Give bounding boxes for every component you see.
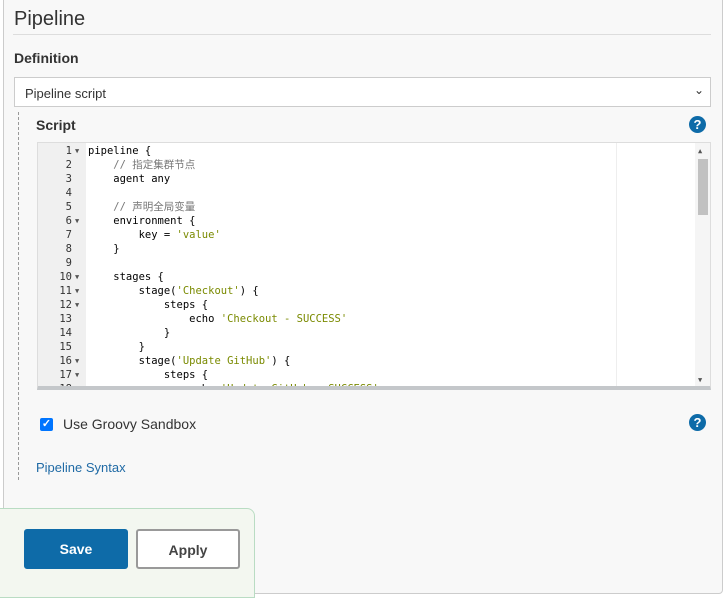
code-line[interactable]: 2 // 指定集群节点 [38,158,710,172]
code-line[interactable]: 6 ▼ environment { [38,214,710,228]
fold-toggle-icon[interactable]: ▼ [75,214,79,228]
line-number: 3 [65,173,72,185]
line-number: 15 [59,341,72,353]
code-line[interactable]: 17 ▼ steps { [38,368,710,382]
fold-toggle-icon[interactable]: ▼ [75,368,79,382]
line-number: 16 [59,355,72,367]
script-label: Script [36,117,76,133]
code-line[interactable]: 5 // 声明全局变量 [38,200,710,214]
code-line[interactable]: 11 ▼ stage('Checkout') { [38,284,710,298]
line-number: 12 [59,299,72,311]
line-number: 11 [59,285,72,297]
code-text: } [88,327,171,339]
line-number: 10 [59,271,72,283]
code-text: } [88,243,120,255]
code-line[interactable]: 8 } [38,242,710,256]
chevron-down-icon: ⌄ [693,83,704,97]
definition-select[interactable]: Pipeline script ⌄ [14,77,711,107]
code-line[interactable]: 7 key = 'value' [38,228,710,242]
apply-button[interactable]: Apply [136,529,240,569]
pipeline-syntax-link[interactable]: Pipeline Syntax [36,460,126,475]
line-number: 6 [65,215,72,227]
code-line[interactable]: 16 ▼ stage('Update GitHub') { [38,354,710,368]
code-line[interactable]: 12 ▼ steps { [38,298,710,312]
code-text: steps { [88,369,209,381]
scroll-down-icon[interactable]: ▼ [698,376,702,384]
code-text: agent any [88,173,171,185]
line-number: 5 [65,201,72,213]
code-line[interactable]: 14 } [38,326,710,340]
line-number: 14 [59,327,72,339]
fold-toggle-icon[interactable]: ▼ [75,298,79,312]
code-text: // 指定集群节点 [88,159,196,171]
line-number: 7 [65,229,72,241]
line-number: 9 [65,257,72,269]
line-number: 1 [65,145,72,157]
code-line[interactable]: 4 [38,186,710,200]
definition-selected-value: Pipeline script [25,86,106,101]
code-line[interactable]: 1 ▼ pipeline { [38,144,710,158]
code-line[interactable]: 3 agent any [38,172,710,186]
code-line[interactable]: 18 echo 'Update GitHub - SUCCESS' [38,382,710,390]
sandbox-help-icon[interactable]: ? [689,414,706,431]
script-help-icon[interactable]: ? [689,116,706,133]
line-number: 18 [59,383,72,390]
line-number: 2 [65,159,72,171]
line-number: 4 [65,187,72,199]
save-button[interactable]: Save [24,529,128,569]
line-number: 13 [59,313,72,325]
section-title: Pipeline [14,8,86,30]
nested-section-border [18,112,19,480]
definition-label: Definition [14,50,79,66]
scrollbar-thumb[interactable] [698,159,708,215]
code-text: } [88,341,145,353]
code-text: stages { [88,271,164,283]
editor-scrollbar[interactable]: ▲ ▼ [695,143,710,386]
divider [13,34,711,35]
code-text: stage('Checkout') { [88,285,259,297]
code-line[interactable]: 9 [38,256,710,270]
script-editor[interactable]: 1 ▼ pipeline {2 // 指定集群节点 3 agent any 4 5 // … [37,142,711,390]
code-text: stage('Update GitHub') { [88,355,291,367]
scroll-up-icon[interactable]: ▲ [698,147,702,155]
code-text: steps { [88,299,209,311]
code-text: key = 'value' [88,229,221,241]
fold-toggle-icon[interactable]: ▼ [75,270,79,284]
groovy-sandbox-checkbox[interactable]: ✓ [40,418,53,431]
code-text: echo 'Update GitHub - SUCCESS' [88,383,379,390]
code-text: echo 'Checkout - SUCCESS' [88,313,348,325]
code-text: environment { [88,215,196,227]
code-text: // 声明全局变量 [88,201,196,213]
code-line[interactable]: 10 ▼ stages { [38,270,710,284]
groovy-sandbox-label[interactable]: Use Groovy Sandbox [63,416,196,432]
code-line[interactable]: 13 echo 'Checkout - SUCCESS' [38,312,710,326]
fold-toggle-icon[interactable]: ▼ [75,354,79,368]
line-number: 8 [65,243,72,255]
line-number: 17 [59,369,72,381]
code-text: pipeline { [88,145,152,157]
fold-toggle-icon[interactable]: ▼ [75,144,79,158]
code-line[interactable]: 15 } [38,340,710,354]
fold-toggle-icon[interactable]: ▼ [75,284,79,298]
